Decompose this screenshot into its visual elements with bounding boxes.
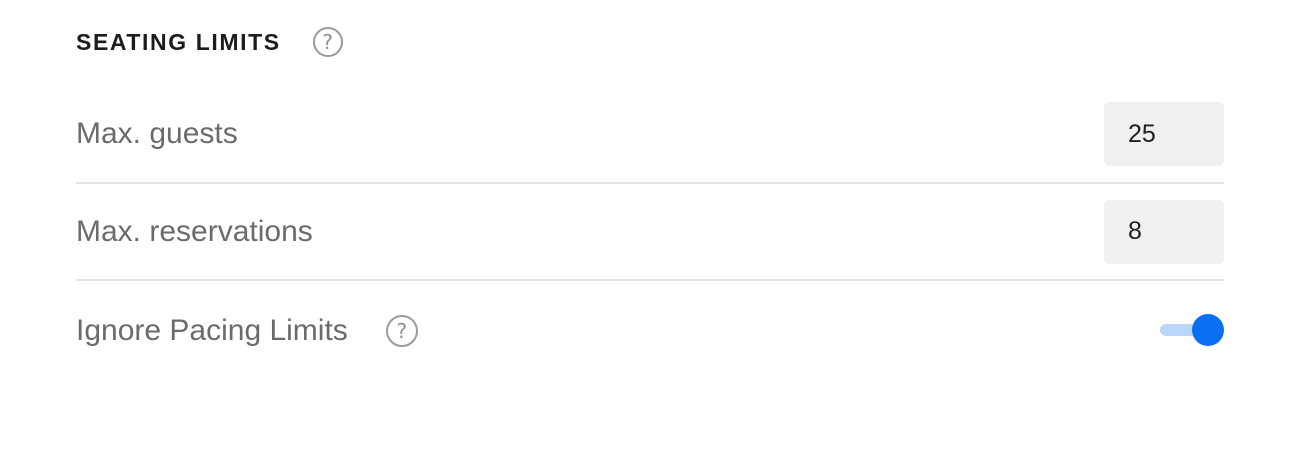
section-header: SEATING LIMITS ?: [76, 0, 1224, 86]
max-reservations-label: Max. reservations: [76, 214, 313, 248]
ignore-pacing-label: Ignore Pacing Limits: [76, 314, 348, 347]
seating-limits-panel: SEATING LIMITS ? Max. guests 25 Max. res…: [76, 0, 1224, 381]
max-guests-input[interactable]: 25: [1104, 102, 1224, 166]
section-title: SEATING LIMITS: [76, 28, 281, 55]
max-reservations-input[interactable]: 8: [1104, 199, 1224, 264]
ignore-pacing-label-group: Ignore Pacing Limits ?: [76, 314, 418, 348]
max-guests-label: Max. guests: [76, 117, 238, 150]
ignore-pacing-toggle[interactable]: [1160, 314, 1224, 348]
help-icon[interactable]: ?: [312, 27, 343, 57]
max-guests-row: Max. guests 25: [76, 86, 1224, 184]
ignore-pacing-row: Ignore Pacing Limits ?: [76, 281, 1224, 381]
help-icon[interactable]: ?: [385, 315, 418, 347]
max-reservations-row: Max. reservations 8: [76, 184, 1224, 281]
toggle-knob: [1192, 314, 1224, 346]
